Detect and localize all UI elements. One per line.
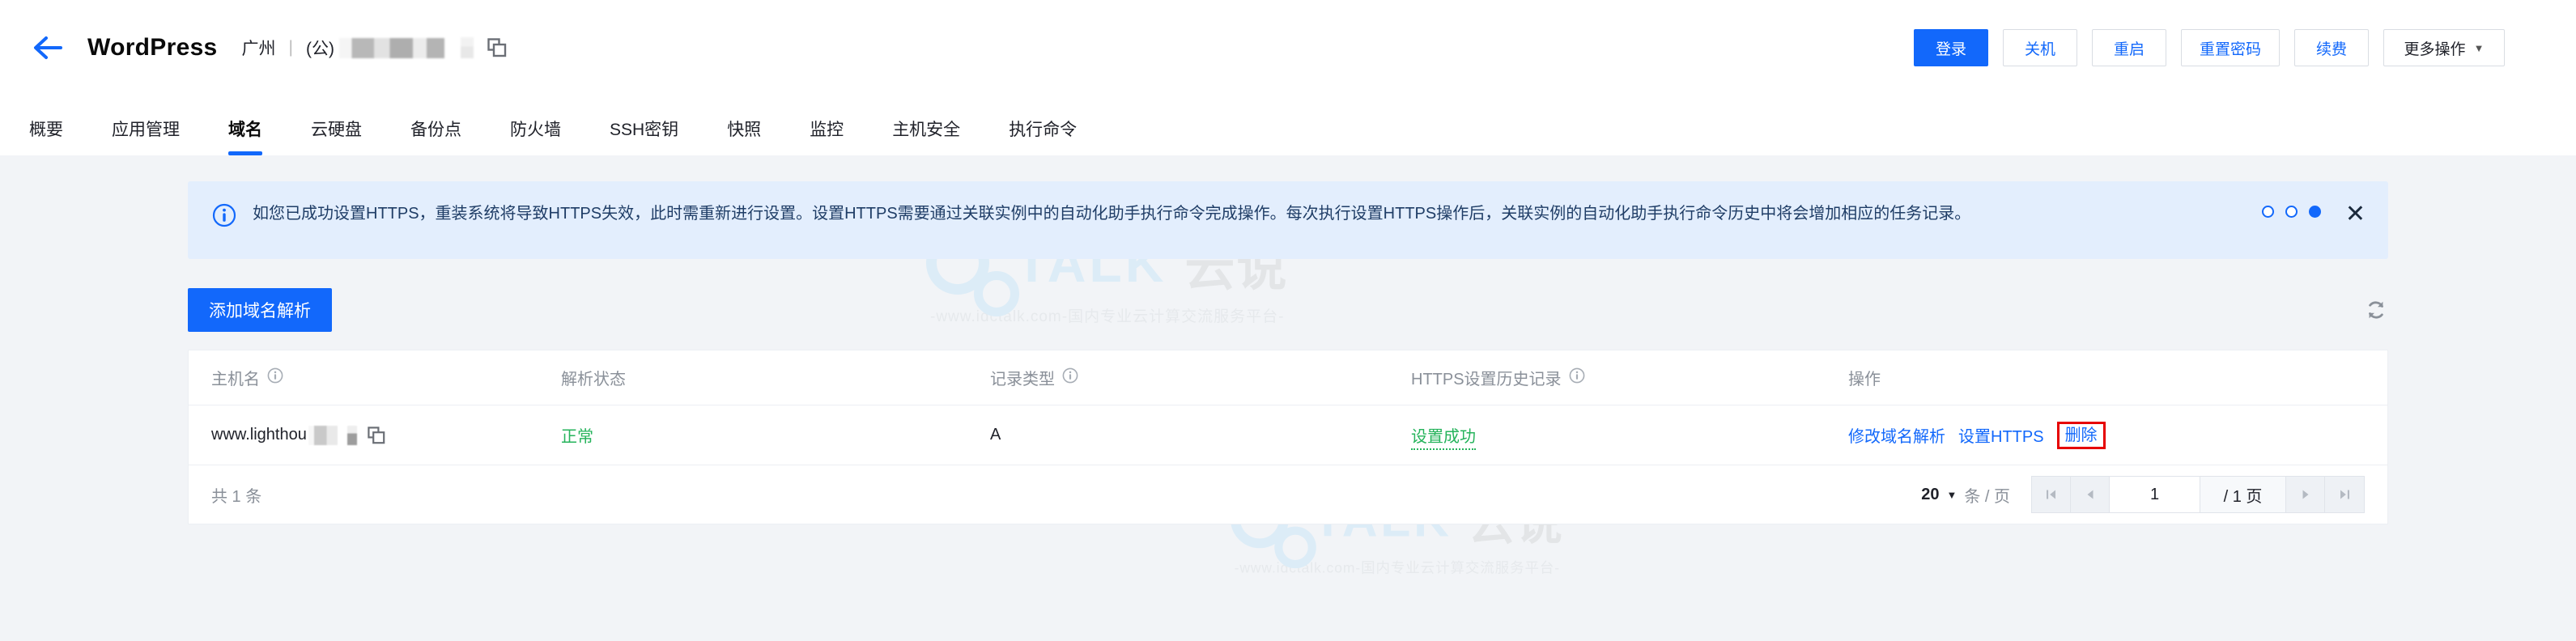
renew-button[interactable]: 续费 — [2294, 29, 2369, 66]
header-row: WordPress 广州 | (公) 登录 关机 重启 重置密码 续费 更多操作… — [0, 0, 2576, 96]
carousel-dot-1[interactable] — [2261, 206, 2274, 218]
column-header-https-history: HTTPS设置历史记录 — [1411, 366, 1848, 389]
notice-carousel-dots — [2261, 206, 2321, 218]
page-size-selector[interactable]: 20 ▼ 条 / 页 — [1921, 483, 2010, 507]
cell-record-type: A — [990, 426, 1001, 444]
watermark-subtitle: -www.idctalk.com-国内专业云计算交流服务平台- — [1234, 560, 1561, 577]
info-circle-icon — [212, 203, 236, 231]
reset-password-button[interactable]: 重置密码 — [2180, 29, 2280, 66]
table-row: www.lighthou 正常 A 设置成功 修改域名解析 设置HTTPS 删除 — [189, 405, 2387, 465]
column-header-status: 解析状态 — [561, 371, 626, 388]
https-notice-banner: 如您已成功设置HTTPS，重装系统将导致HTTPS失效，此时需重新进行设置。设置… — [188, 181, 2388, 259]
table-footer: 共 1 条 20 ▼ 条 / 页 1 / 1 页 — [189, 465, 2387, 524]
restart-button[interactable]: 重启 — [2091, 29, 2166, 66]
cell-status: 正常 — [561, 428, 593, 446]
info-icon[interactable] — [1569, 367, 1585, 388]
page-body: 如您已成功设置HTTPS，重装系统将导致HTTPS失效，此时需重新进行设置。设置… — [0, 155, 2576, 524]
notice-text: 如您已成功设置HTTPS，重装系统将导致HTTPS失效，此时需重新进行设置。设置… — [253, 205, 1971, 223]
table-toolbar: 添加域名解析 — [188, 288, 2388, 332]
domain-records-table: 主机名 解析状态 记录类型 HTTPS设置历史记录 操作 www.lightho… — [188, 350, 2388, 524]
carousel-dot-3[interactable] — [2308, 206, 2321, 218]
tab-execute-command[interactable]: 执行命令 — [1009, 117, 1077, 155]
refresh-icon[interactable] — [2364, 298, 2388, 322]
tab-overview[interactable]: 概要 — [29, 117, 63, 155]
first-page-icon[interactable] — [2032, 477, 2071, 512]
prev-page-icon[interactable] — [2071, 477, 2110, 512]
total-count-text: 共 1 条 — [211, 487, 262, 506]
instance-header-card: WordPress 广州 | (公) 登录 关机 重启 重置密码 续费 更多操作… — [0, 0, 2576, 155]
column-header-hostname-label: 主机名 — [211, 371, 260, 388]
masked-hostname-extra — [346, 425, 357, 445]
total-pages-label: / 1 页 — [2200, 477, 2286, 512]
set-https-link[interactable]: 设置HTTPS — [1958, 423, 2044, 447]
cell-hostname: www.lighthou — [189, 425, 561, 445]
https-history-link[interactable]: 设置成功 — [1411, 428, 1476, 450]
hostname-text: www.lighthou — [211, 426, 307, 444]
tab-snapshot[interactable]: 快照 — [727, 117, 761, 155]
tab-app-management[interactable]: 应用管理 — [112, 117, 180, 155]
cell-https-history: 设置成功 — [1411, 423, 1848, 450]
nav-tabs: 概要 应用管理 域名 云硬盘 备份点 防火墙 SSH密钥 快照 监控 主机安全 … — [0, 96, 2576, 155]
copy-icon[interactable] — [487, 37, 508, 58]
tab-firewall[interactable]: 防火墙 — [510, 117, 561, 155]
column-header-https-history-label: HTTPS设置历史记录 — [1411, 371, 1562, 388]
back-arrow-icon[interactable] — [29, 29, 66, 66]
tab-domain[interactable]: 域名 — [228, 117, 262, 155]
tab-backup-point[interactable]: 备份点 — [410, 117, 461, 155]
masked-extra — [461, 37, 474, 58]
tab-ssh-key[interactable]: SSH密钥 — [610, 117, 678, 155]
tab-host-security[interactable]: 主机安全 — [892, 117, 960, 155]
login-button[interactable]: 登录 — [1913, 29, 1988, 66]
copy-icon[interactable] — [367, 426, 386, 445]
table-header-row: 主机名 解析状态 记录类型 HTTPS设置历史记录 操作 — [189, 350, 2387, 405]
masked-ip-address — [339, 37, 445, 58]
masked-hostname-suffix — [308, 425, 338, 445]
pagination-controls: / 1 页 — [2031, 476, 2365, 513]
pagination: 20 ▼ 条 / 页 1 / 1 页 — [1921, 476, 2365, 513]
delete-highlight-box: 删除 — [2056, 421, 2106, 449]
edit-domain-resolution-link[interactable]: 修改域名解析 — [1848, 423, 1945, 447]
cell-operations: 修改域名解析 设置HTTPS 删除 — [1848, 421, 2387, 449]
close-icon[interactable]: ✕ — [2345, 202, 2366, 227]
meta-separator: | — [288, 38, 294, 57]
page-size-value: 20 — [1921, 485, 1940, 503]
more-actions-button[interactable]: 更多操作 ▼ — [2383, 29, 2505, 66]
delete-link[interactable]: 删除 — [2065, 427, 2098, 444]
column-header-operations: 操作 — [1848, 371, 1881, 388]
header-actions: 登录 关机 重启 重置密码 续费 更多操作 ▼ — [1913, 29, 2505, 66]
page-size-label: 条 / 页 — [1964, 487, 2010, 506]
carousel-dot-2[interactable] — [2285, 206, 2298, 218]
more-actions-label: 更多操作 — [2404, 40, 2466, 58]
page-number-input[interactable] — [2110, 477, 2200, 512]
instance-meta: 广州 | (公) — [242, 36, 508, 60]
add-domain-resolution-button[interactable]: 添加域名解析 — [188, 288, 332, 332]
instance-network-type: (公) — [306, 40, 335, 58]
tab-monitor[interactable]: 监控 — [810, 117, 844, 155]
shutdown-button[interactable]: 关机 — [2002, 29, 2077, 66]
column-header-hostname: 主机名 — [189, 366, 561, 389]
last-page-icon[interactable] — [2325, 477, 2364, 512]
column-header-record-type-label: 记录类型 — [990, 371, 1055, 388]
info-icon[interactable] — [1062, 367, 1078, 388]
chevron-down-icon: ▼ — [1946, 488, 1958, 501]
instance-region: 广州 — [241, 40, 276, 58]
tab-cloud-disk[interactable]: 云硬盘 — [311, 117, 362, 155]
next-page-icon[interactable] — [2286, 477, 2325, 512]
column-header-record-type: 记录类型 — [990, 366, 1411, 389]
info-icon[interactable] — [267, 367, 283, 388]
chevron-down-icon: ▼ — [2473, 41, 2485, 54]
page-title: WordPress — [87, 34, 218, 61]
